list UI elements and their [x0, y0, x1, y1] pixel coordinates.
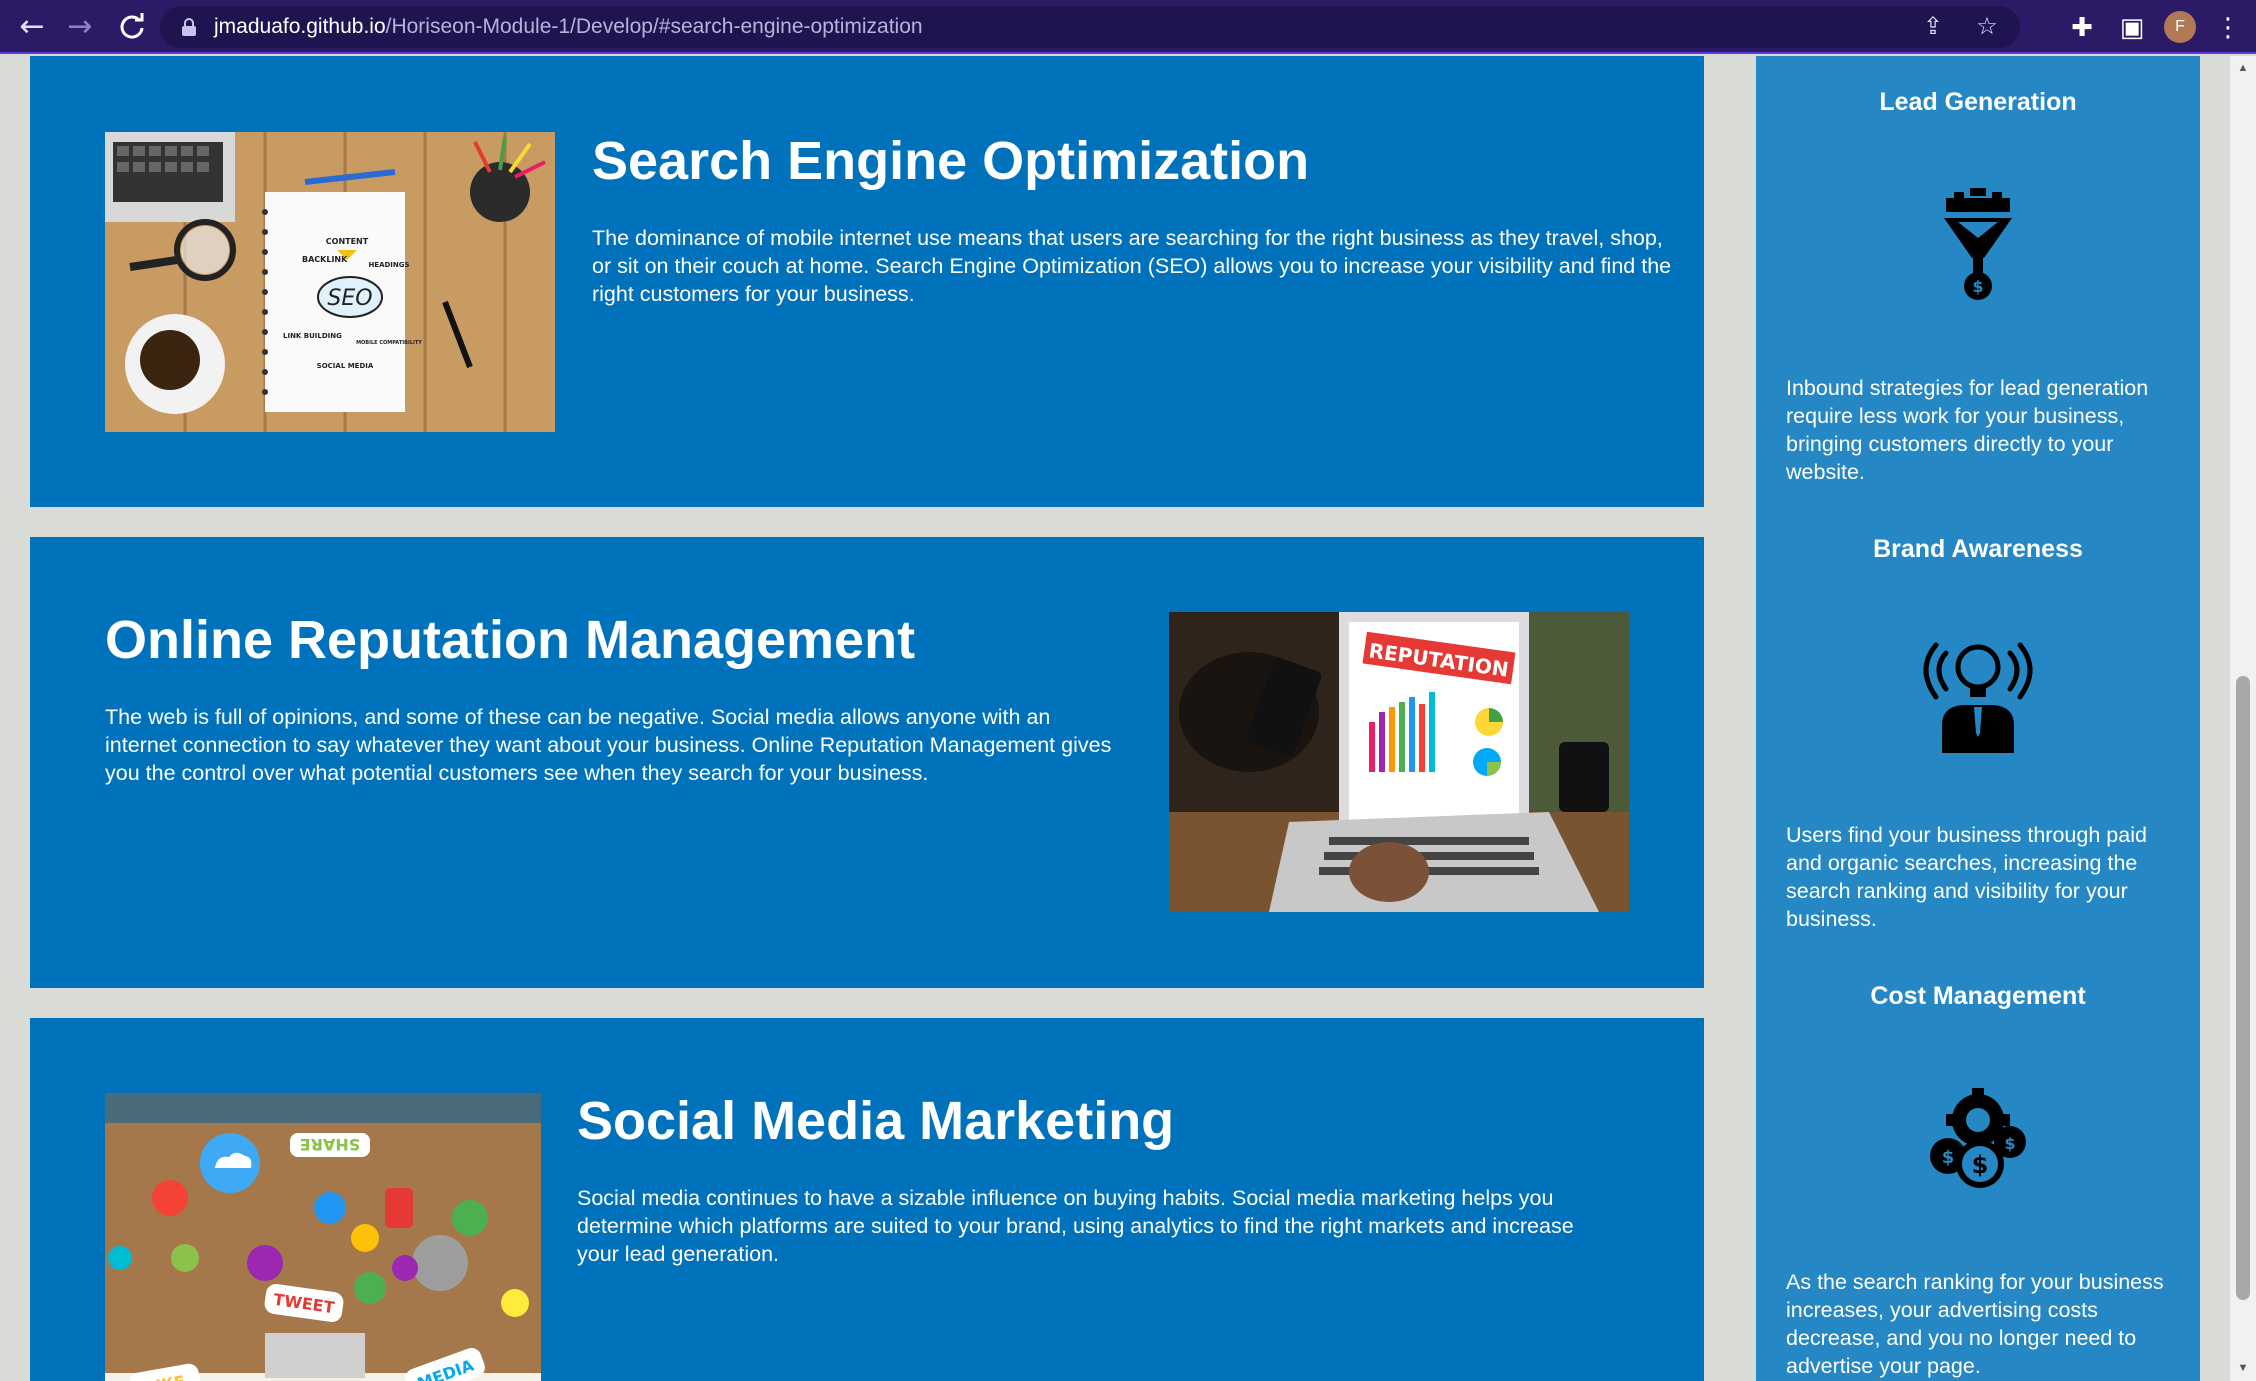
url-host: jmaduafo.github.io: [214, 15, 386, 38]
forward-arrow-icon[interactable]: →: [56, 2, 104, 50]
avatar[interactable]: F: [2164, 11, 2196, 43]
orm-text: The web is full of opinions, and some of…: [105, 705, 1112, 785]
side-panel-icon[interactable]: ▣: [2114, 12, 2150, 43]
page-content: CONTENT BACKLINK HEADINGS SEO LINK BUILD…: [0, 56, 2256, 1381]
seo-image-word-social-media: SOCIAL MEDIA: [317, 362, 374, 370]
orm-image: REPUTATION: [1169, 612, 1629, 912]
orm-title: Online Reputation Management: [105, 610, 916, 670]
seo-image-word-mobile: MOBILE COMPATIBILITY: [356, 340, 422, 346]
smm-title: Social Media Marketing: [577, 1091, 1175, 1151]
benefit-title: Cost Management: [1870, 982, 2086, 1010]
benefit-text: Users find your business through paid an…: [1786, 823, 2147, 931]
share-icon[interactable]: ⇪: [1916, 10, 1950, 44]
benefits-sidebar: Lead Generation $ Inbound strategies for: [1756, 56, 2200, 1381]
scroll-up-arrow-icon[interactable]: ▲: [2230, 58, 2256, 78]
page-scrollbar[interactable]: ▲ ▼: [2230, 56, 2256, 1381]
address-bar[interactable]: jmaduafo.github.io/Horiseon-Module-1/Dev…: [160, 6, 2020, 48]
seo-image-word-seo: SEO: [327, 286, 372, 311]
seo-section: CONTENT BACKLINK HEADINGS SEO LINK BUILD…: [30, 56, 1704, 507]
seo-title: Search Engine Optimization: [592, 131, 1310, 191]
seo-image: CONTENT BACKLINK HEADINGS SEO LINK BUILD…: [105, 132, 555, 432]
seo-image-word-backlink: BACKLINK: [302, 255, 348, 264]
benefit-text: As the search ranking for your business …: [1786, 1270, 2164, 1378]
reload-icon[interactable]: [108, 2, 156, 50]
svg-text:$: $: [1972, 1151, 1989, 1179]
svg-text:$: $: [2004, 1134, 2015, 1153]
url-path: /Horiseon-Module-1/Develop/#search-engin…: [385, 15, 923, 38]
benefit-title: Brand Awareness: [1873, 535, 2083, 563]
svg-text:$: $: [1972, 277, 1983, 296]
back-arrow-icon[interactable]: ←: [8, 2, 56, 50]
brand-bulb-icon: [1918, 633, 2038, 753]
scroll-down-arrow-icon[interactable]: ▼: [2230, 1358, 2256, 1378]
lock-icon[interactable]: [182, 18, 196, 36]
smm-image: SHARE TWEET LIKE MEDIA: [105, 1093, 541, 1381]
seo-image-word-content: CONTENT: [326, 237, 369, 246]
svg-text:$: $: [1942, 1147, 1955, 1168]
seo-image-word-link-building: LINK BUILDING: [283, 332, 342, 340]
seo-image-word-headings: HEADINGS: [368, 261, 409, 269]
browser-toolbar: ← → jmaduafo.github.io/Horiseon-Module-1…: [0, 0, 2256, 54]
smm-section: SHARE TWEET LIKE MEDIA Social Media Mark…: [30, 1018, 1704, 1381]
seo-text: The dominance of mobile internet use mea…: [592, 226, 1672, 306]
scrollbar-thumb[interactable]: [2236, 676, 2250, 1300]
smm-text: Social media continues to have a sizable…: [577, 1186, 1574, 1266]
puzzle-icon[interactable]: ✚: [2064, 12, 2100, 43]
smm-image-word-share: SHARE: [300, 1135, 361, 1154]
benefit-text: Inbound strategies for lead generation r…: [1786, 376, 2149, 484]
orm-section: Online Reputation Management The web is …: [30, 537, 1704, 988]
benefit-title: Lead Generation: [1879, 88, 2077, 116]
lead-funnel-icon: $: [1918, 186, 2038, 306]
url-text[interactable]: jmaduafo.github.io/Horiseon-Module-1/Dev…: [214, 15, 923, 39]
cost-gears-icon: $ $ $: [1918, 1080, 2038, 1200]
star-icon[interactable]: ☆: [1970, 10, 2004, 44]
kebab-menu-icon[interactable]: ⋮: [2210, 12, 2246, 43]
